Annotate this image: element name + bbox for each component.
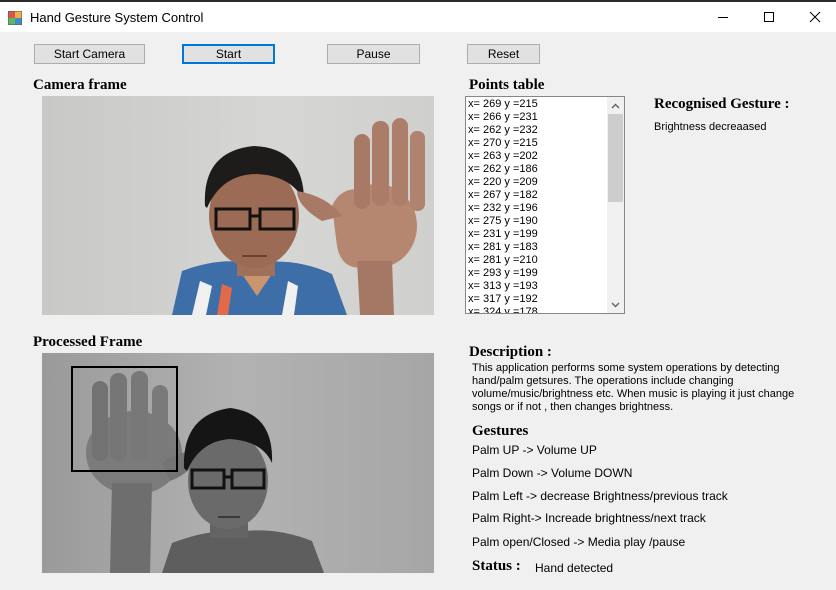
list-item[interactable]: x= 270 y =215 [468, 137, 606, 150]
list-item[interactable]: x= 281 y =210 [468, 254, 606, 267]
list-item[interactable]: x= 232 y =196 [468, 202, 606, 215]
list-item[interactable]: x= 263 y =202 [468, 150, 606, 163]
points-list: x= 269 y =215 x= 266 y =231 x= 262 y =232 x… [468, 98, 606, 313]
gesture-item: Palm UP -> Volume UP [472, 443, 597, 457]
points-listbox[interactable]: x= 269 y =215 x= 266 y =231 x= 262 y =232 x… [465, 96, 625, 314]
start-button[interactable]: Start [182, 44, 275, 64]
points-table-label: Points table [469, 77, 545, 93]
processed-frame-image [42, 353, 434, 573]
status-value: Hand detected [535, 561, 614, 575]
list-item[interactable]: x= 266 y =231 [468, 111, 606, 124]
list-item[interactable]: x= 269 y =215 [468, 98, 606, 111]
close-icon [809, 11, 821, 23]
status-label: Status : [472, 558, 521, 574]
list-item[interactable]: x= 231 y =199 [468, 228, 606, 241]
description-text: This application performs some system op… [472, 362, 795, 413]
minimize-icon [718, 17, 728, 18]
list-item[interactable]: x= 281 y =183 [468, 241, 606, 254]
reset-button[interactable]: Reset [467, 44, 540, 64]
maximize-icon [764, 12, 774, 22]
chevron-down-icon [611, 302, 620, 307]
list-item[interactable]: x= 220 y =209 [468, 176, 606, 189]
scroll-down-arrow[interactable] [607, 296, 624, 313]
scroll-up-arrow[interactable] [607, 97, 624, 114]
window-title: Hand Gesture System Control [30, 10, 204, 25]
recognised-gesture-value: Brightness decreaased [654, 121, 767, 133]
scroll-thumb[interactable] [608, 114, 623, 202]
gesture-item: Palm Left -> decrease Brightness/previou… [472, 489, 728, 503]
list-item[interactable]: x= 267 y =182 [468, 189, 606, 202]
gesture-item: Palm open/Closed -> Media play /pause [472, 535, 686, 549]
minimize-button[interactable] [700, 2, 746, 32]
close-button[interactable] [792, 2, 836, 32]
start-camera-button[interactable]: Start Camera [34, 44, 145, 64]
maximize-button[interactable] [746, 2, 792, 32]
points-scrollbar[interactable] [607, 97, 624, 313]
gesture-item: Palm Down -> Volume DOWN [472, 466, 633, 480]
list-item[interactable]: x= 275 y =190 [468, 215, 606, 228]
list-item[interactable]: x= 313 y =193 [468, 280, 606, 293]
gesture-item: Palm Right-> Increade brightness/next tr… [472, 511, 706, 525]
list-item[interactable]: x= 324 y =178 [468, 306, 606, 313]
list-item[interactable]: x= 293 y =199 [468, 267, 606, 280]
list-item[interactable]: x= 262 y =186 [468, 163, 606, 176]
processed-frame-label: Processed Frame [33, 334, 143, 350]
description-label: Description : [469, 344, 552, 360]
list-item[interactable]: x= 262 y =232 [468, 124, 606, 137]
list-item[interactable]: x= 317 y =192 [468, 293, 606, 306]
camera-frame-label: Camera frame [33, 77, 127, 93]
app-icon [8, 11, 22, 25]
chevron-up-icon [611, 103, 620, 108]
gestures-label: Gestures [472, 423, 529, 439]
recognised-gesture-label: Recognised Gesture : [654, 96, 790, 112]
pause-button[interactable]: Pause [327, 44, 420, 64]
camera-frame-image [42, 96, 434, 315]
